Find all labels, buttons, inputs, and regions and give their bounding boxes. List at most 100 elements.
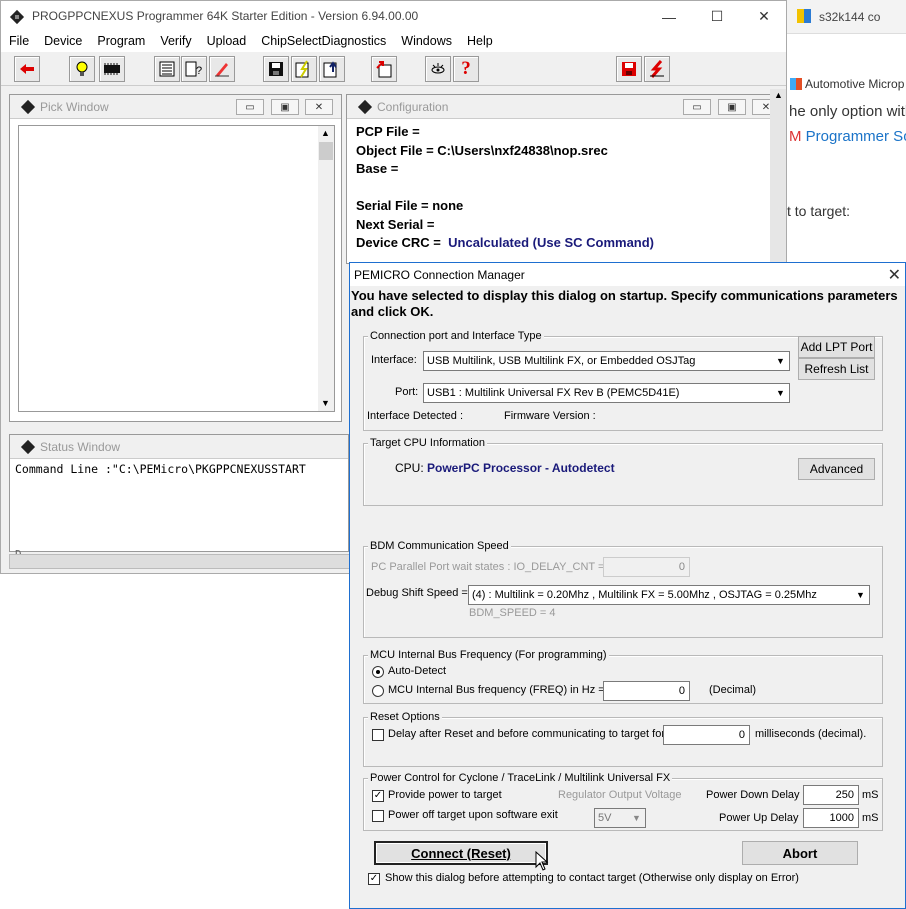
auto-detect-label: Auto-Detect — [388, 665, 447, 677]
lightbulb-icon[interactable] — [69, 56, 95, 82]
reset-legend: Reset Options — [368, 711, 442, 723]
config-minimize-button[interactable]: ▭ — [683, 99, 711, 115]
config-scrollbar[interactable]: ▲ — [770, 89, 786, 264]
menu-chipselectdiagnostics[interactable]: ChipSelectDiagnostics — [253, 32, 393, 52]
list-icon[interactable] — [154, 56, 180, 82]
lightning-doc-icon[interactable] — [291, 56, 317, 82]
power-off-checkbox[interactable] — [372, 810, 384, 822]
help-icon[interactable]: ? — [453, 56, 479, 82]
config-scroll-up-icon[interactable]: ▲ — [774, 90, 783, 100]
cpu-legend: Target CPU Information — [368, 437, 487, 449]
pick-minimize-button[interactable]: ▭ — [236, 99, 264, 115]
menu-device[interactable]: Device — [36, 32, 89, 52]
status-window-icon — [20, 439, 36, 455]
debug-shift-dropdown-icon[interactable]: ▼ — [852, 586, 869, 604]
browser-tab[interactable]: s32k144 co — [787, 0, 906, 34]
menu-help[interactable]: Help — [459, 32, 500, 52]
io-delay-input[interactable]: 0 — [603, 557, 690, 577]
power-legend: Power Control for Cyclone / TraceLink / … — [368, 772, 673, 784]
firmware-version-label: Firmware Version : — [504, 410, 596, 422]
browser-text-line1: he only option with — [789, 103, 906, 120]
auto-detect-radio[interactable] — [372, 666, 384, 678]
dialog-title-bar[interactable]: PEMICRO Connection Manager ✕ — [350, 263, 905, 286]
scroll-up-icon[interactable]: ▲ — [321, 128, 330, 138]
menu-verify[interactable]: Verify — [152, 32, 198, 52]
red-lightning-icon[interactable] — [644, 56, 670, 82]
provide-power-checkbox[interactable]: ✓ — [372, 790, 384, 802]
freq-radio[interactable] — [372, 685, 384, 697]
power-up-input[interactable]: 1000 — [803, 808, 859, 828]
delay-reset-input[interactable]: 0 — [663, 725, 750, 745]
back-arrow-icon[interactable] — [14, 56, 40, 82]
dialog-title: PEMICRO Connection Manager — [354, 268, 525, 282]
cpu-label: CPU: — [395, 461, 424, 475]
io-delay-label: PC Parallel Port wait states : IO_DELAY_… — [371, 561, 605, 573]
menu-upload[interactable]: Upload — [199, 32, 254, 52]
upload-doc-icon[interactable] — [319, 56, 345, 82]
connect-reset-button[interactable]: Connect (Reset) — [374, 841, 548, 865]
export-icon[interactable] — [371, 56, 397, 82]
pick-scroll-thumb[interactable] — [319, 142, 333, 160]
config-restore-button[interactable]: ▣ — [718, 99, 746, 115]
red-save-icon[interactable] — [616, 56, 642, 82]
status-window-title: Status Window — [40, 440, 121, 454]
configuration-caption[interactable]: Configuration ▭ ▣ ✕ — [347, 95, 780, 119]
pick-window-caption[interactable]: Pick Window ▭ ▣ ✕ — [10, 95, 341, 119]
connection-manager-dialog: PEMICRO Connection Manager ✕ You have se… — [349, 262, 906, 909]
power-off-label: Power off target upon software exit — [388, 809, 558, 821]
add-lpt-port-button[interactable]: Add LPT Port — [798, 336, 875, 358]
dialog-close-icon[interactable]: ✕ — [888, 265, 901, 285]
menu-file[interactable]: File — [1, 32, 36, 52]
freq-label: MCU Internal Bus frequency (FREQ) in Hz … — [388, 684, 605, 696]
status-window-caption[interactable]: Status Window — [10, 435, 348, 459]
config-line: Next Serial = — [356, 216, 435, 232]
reset-group — [363, 717, 883, 767]
voltage-dropdown-icon[interactable]: ▼ — [628, 809, 645, 827]
delay-reset-label: Delay after Reset and before communicati… — [388, 728, 665, 740]
chip-icon[interactable] — [99, 56, 125, 82]
pick-close-button[interactable]: ✕ — [305, 99, 333, 115]
pick-list[interactable]: ▲ ▼ — [18, 125, 335, 412]
svg-text:?: ? — [196, 65, 202, 77]
show-dialog-checkbox[interactable]: ✓ — [368, 873, 380, 885]
refresh-list-button[interactable]: Refresh List — [798, 358, 875, 380]
pick-scrollbar[interactable]: ▲ ▼ — [318, 126, 334, 411]
port-select[interactable]: USB1 : Multilink Universal FX Rev B (PEM… — [423, 383, 790, 403]
scroll-down-icon[interactable]: ▼ — [321, 398, 330, 408]
dialog-intro: You have selected to display this dialog… — [351, 288, 898, 319]
advanced-button[interactable]: Advanced — [798, 458, 875, 480]
close-button[interactable]: ✕ — [741, 1, 787, 32]
delay-reset-checkbox[interactable] — [372, 729, 384, 741]
port-dropdown-icon[interactable]: ▼ — [772, 384, 789, 402]
status-window: Status Window Command Line :"C:\PEMicro\… — [9, 434, 349, 561]
power-down-ms: mS — [862, 789, 879, 801]
provide-power-label: Provide power to target — [388, 789, 502, 801]
pick-restore-button[interactable]: ▣ — [271, 99, 299, 115]
menu-windows[interactable]: Windows — [393, 32, 459, 52]
debug-shift-label: Debug Shift Speed = — [366, 587, 468, 599]
maximize-button[interactable]: ☐ — [694, 1, 740, 32]
menu-program[interactable]: Program — [89, 32, 152, 52]
voltage-select[interactable]: 5V ▼ — [594, 808, 646, 828]
status-hscrollbar[interactable] — [9, 554, 350, 569]
device-crc-value: Uncalculated (Use SC Command) — [448, 235, 655, 250]
save-icon[interactable] — [263, 56, 289, 82]
power-down-input[interactable]: 250 — [803, 785, 859, 805]
minimize-button[interactable]: — — [646, 1, 692, 32]
browser-link[interactable]: M Programmer Sof — [789, 128, 906, 145]
eye-icon[interactable] — [425, 56, 451, 82]
show-dialog-label: Show this dialog before attempting to co… — [385, 872, 799, 884]
interface-detected-label: Interface Detected : — [367, 410, 463, 422]
interface-select[interactable]: USB Multilink, USB Multilink FX, or Embe… — [423, 351, 790, 371]
question-doc-icon[interactable]: ? — [181, 56, 207, 82]
power-up-label: Power Up Delay — [719, 812, 799, 824]
title-bar[interactable]: PROGPPCNEXUS Programmer 64K Starter Edit… — [1, 1, 786, 32]
freq-input[interactable]: 0 — [603, 681, 690, 701]
app-chip-icon — [9, 9, 25, 25]
bookmark-item[interactable]: Automotive Microp — [787, 74, 906, 96]
configuration-title: Configuration — [377, 100, 449, 114]
interface-dropdown-icon[interactable]: ▼ — [772, 352, 789, 370]
debug-shift-select[interactable]: (4) : Multilink = 0.20Mhz , Multilink FX… — [468, 585, 870, 605]
pencil-icon[interactable] — [209, 56, 235, 82]
abort-button[interactable]: Abort — [742, 841, 858, 865]
